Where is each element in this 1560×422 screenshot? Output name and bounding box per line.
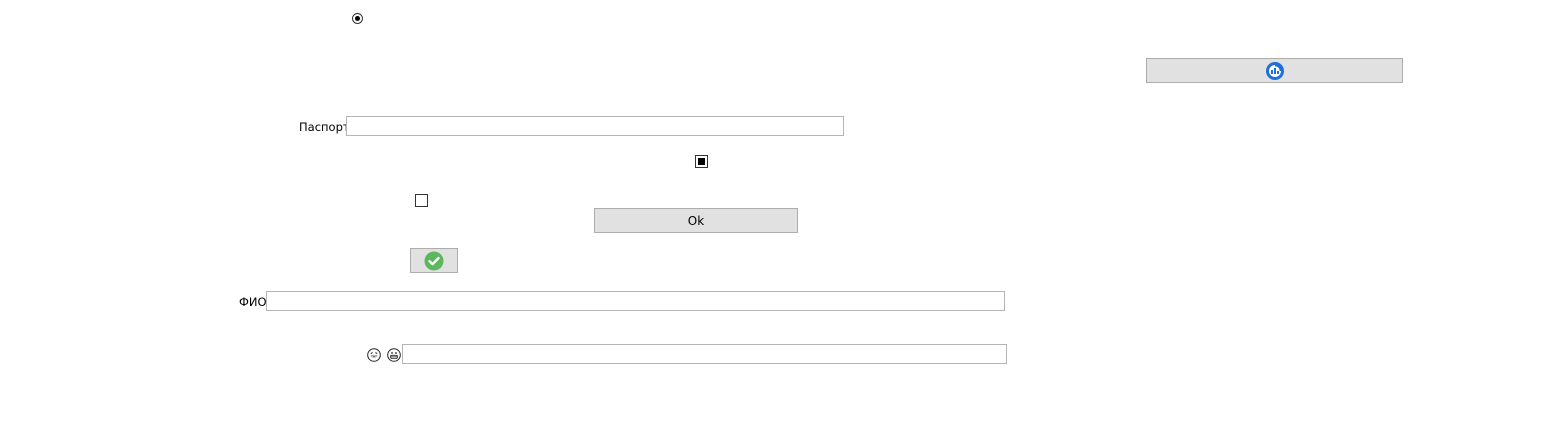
fio-field[interactable] (266, 291, 1005, 311)
laughing-face-icon (367, 348, 381, 362)
emoji-text-field[interactable] (402, 344, 1007, 364)
radio-button[interactable] (352, 13, 363, 24)
check-icon (424, 251, 444, 270)
window-canvas: Паспорт Ok ФИО (0, 0, 1560, 422)
refresh-button[interactable] (1146, 58, 1403, 83)
radio-selected-dot (355, 16, 360, 21)
checkbox-indeterminate[interactable] (695, 155, 708, 168)
grinning-face-icon (387, 348, 401, 362)
confirm-button[interactable] (410, 248, 458, 273)
ok-button-label: Ok (687, 213, 705, 228)
checkbox-fill-mark (698, 158, 705, 165)
checkbox-unchecked[interactable] (415, 194, 428, 207)
ok-button[interactable]: Ok (594, 208, 798, 233)
refresh-icon (1265, 61, 1284, 80)
passport-label: Паспорт (299, 120, 350, 134)
passport-field[interactable] (346, 116, 844, 136)
fio-label: ФИО (239, 295, 267, 309)
